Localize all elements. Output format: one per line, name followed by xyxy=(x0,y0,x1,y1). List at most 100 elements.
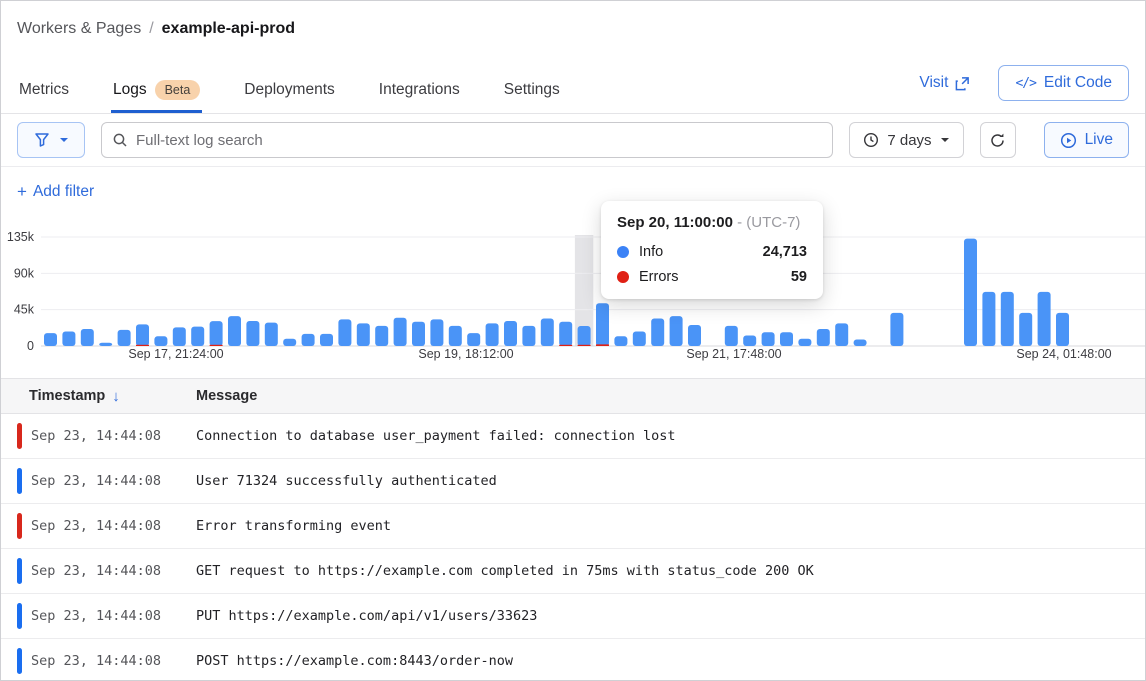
sort-descending-icon[interactable]: ↓ xyxy=(112,388,120,405)
chart-bar[interactable] xyxy=(338,319,351,346)
column-header-message[interactable]: Message xyxy=(196,388,257,404)
y-axis-tick-label: 0 xyxy=(27,339,34,353)
chart-bar[interactable] xyxy=(762,332,775,346)
chart-bar[interactable] xyxy=(1038,292,1051,346)
visit-link[interactable]: Visit xyxy=(919,74,970,92)
chart-bar[interactable] xyxy=(633,331,646,346)
chart-bar[interactable] xyxy=(191,327,204,346)
chart-bar[interactable] xyxy=(798,339,811,346)
log-row[interactable]: Sep 23, 14:44:08PUT https://example.com/… xyxy=(1,594,1145,639)
chart-bar[interactable] xyxy=(596,303,609,346)
chart-bar-error-segment[interactable] xyxy=(578,345,591,346)
chart-bar[interactable] xyxy=(688,325,701,346)
search-input[interactable] xyxy=(101,122,833,158)
chart-bar[interactable] xyxy=(136,324,149,346)
time-range-button[interactable]: 7 days xyxy=(849,122,963,158)
chart-bar[interactable] xyxy=(559,322,572,346)
chart-bar[interactable] xyxy=(964,239,977,346)
chart-bar[interactable] xyxy=(118,330,131,346)
chart-bar[interactable] xyxy=(449,326,462,346)
chart-bar[interactable] xyxy=(743,336,756,346)
tab-label: Integrations xyxy=(379,81,460,99)
refresh-button[interactable] xyxy=(980,122,1016,158)
live-button[interactable]: Live xyxy=(1044,122,1129,158)
chart-bar[interactable] xyxy=(890,313,903,346)
y-axis-tick-label: 90k xyxy=(14,266,35,280)
chart-bar[interactable] xyxy=(430,319,443,346)
chart-bar[interactable] xyxy=(1001,292,1014,346)
tab-metrics[interactable]: Metrics xyxy=(17,70,71,113)
chart-bar[interactable] xyxy=(504,321,517,346)
chart-bar[interactable] xyxy=(154,336,167,346)
chart-bar-error-segment[interactable] xyxy=(559,345,572,346)
chart-bar-error-segment[interactable] xyxy=(136,345,149,346)
edit-code-button[interactable]: </> Edit Code xyxy=(998,65,1129,101)
filter-menu-button[interactable] xyxy=(17,122,85,158)
search-box xyxy=(101,122,833,158)
chart-bar[interactable] xyxy=(835,323,848,346)
chart-bar[interactable] xyxy=(725,326,738,346)
chart-bar[interactable] xyxy=(62,331,75,346)
add-filter-button[interactable]: + Add filter xyxy=(17,182,94,202)
tab-integrations[interactable]: Integrations xyxy=(377,70,462,113)
log-row[interactable]: Sep 23, 14:44:08POST https://example.com… xyxy=(1,639,1145,681)
breadcrumb-divider: / xyxy=(149,20,153,38)
chart-bar[interactable] xyxy=(173,327,186,346)
log-message: Error transforming event xyxy=(196,518,403,534)
chart-bar[interactable] xyxy=(99,343,112,346)
column-header-timestamp[interactable]: Timestamp ↓ xyxy=(1,388,196,405)
tabs: Metrics LogsBeta Deployments Integrations Se… xyxy=(17,70,562,113)
table-body: Sep 23, 14:44:08Connection to database u… xyxy=(1,414,1145,681)
chart-bar[interactable] xyxy=(357,323,370,346)
chart-bar[interactable] xyxy=(412,322,425,346)
beta-badge: Beta xyxy=(155,80,201,100)
chart-bar[interactable] xyxy=(651,319,664,346)
breadcrumb-section[interactable]: Workers & Pages xyxy=(17,20,141,38)
chart-bar[interactable] xyxy=(81,329,94,346)
chart-bar[interactable] xyxy=(467,333,480,346)
chart-bar[interactable] xyxy=(1019,313,1032,346)
chart-bar[interactable] xyxy=(780,332,793,346)
chart-bar[interactable] xyxy=(283,339,296,346)
chart-bar[interactable] xyxy=(522,326,535,346)
tab-logs[interactable]: LogsBeta xyxy=(111,70,202,113)
chart-bar[interactable] xyxy=(320,334,333,346)
chart-bar[interactable] xyxy=(44,333,57,346)
series-label: Errors xyxy=(639,269,678,285)
chart-bar[interactable] xyxy=(670,316,683,346)
log-timestamp: Sep 23, 14:44:08 xyxy=(22,473,196,489)
chart-bar-error-segment[interactable] xyxy=(210,345,223,346)
series-dot-icon xyxy=(617,246,629,258)
tab-settings[interactable]: Settings xyxy=(502,70,562,113)
tab-deployments[interactable]: Deployments xyxy=(242,70,336,113)
chart-bar[interactable] xyxy=(302,334,315,346)
chart-bar-error-segment[interactable] xyxy=(596,344,609,346)
plus-icon: + xyxy=(17,182,27,202)
tabs-row: Metrics LogsBeta Deployments Integrations Se… xyxy=(17,65,1129,113)
tab-label: Metrics xyxy=(19,81,69,99)
chart-bar[interactable] xyxy=(1056,313,1069,346)
chart-bar[interactable] xyxy=(982,292,995,346)
chart-bar[interactable] xyxy=(228,316,241,346)
log-row[interactable]: Sep 23, 14:44:08Error transforming event xyxy=(1,504,1145,549)
chart-bar[interactable] xyxy=(854,340,867,346)
log-message: POST https://example.com:8443/order-now xyxy=(196,653,525,669)
chart-bar[interactable] xyxy=(541,319,554,346)
chart-bar[interactable] xyxy=(210,321,223,346)
edit-code-label: Edit Code xyxy=(1044,74,1112,92)
live-label: Live xyxy=(1085,131,1113,149)
chart-bar[interactable] xyxy=(394,318,407,346)
chart-bar[interactable] xyxy=(817,329,830,346)
log-row[interactable]: Sep 23, 14:44:08User 71324 successfully … xyxy=(1,459,1145,504)
chart-bar[interactable] xyxy=(375,326,388,346)
log-row[interactable]: Sep 23, 14:44:08GET request to https://e… xyxy=(1,549,1145,594)
chart-bar[interactable] xyxy=(246,321,259,346)
log-row[interactable]: Sep 23, 14:44:08Connection to database u… xyxy=(1,414,1145,459)
chart-bar[interactable] xyxy=(486,323,499,346)
log-volume-chart: 045k90k135kSep 17, 21:24:00Sep 19, 18:12… xyxy=(1,217,1145,364)
chart-bar[interactable] xyxy=(614,336,627,346)
chart-bar[interactable] xyxy=(578,326,591,346)
chart-bar[interactable] xyxy=(265,323,278,346)
chart-tooltip: Sep 20, 11:00:00 - (UTC-7) Info24,713Err… xyxy=(601,201,823,299)
play-circle-icon xyxy=(1060,132,1077,149)
